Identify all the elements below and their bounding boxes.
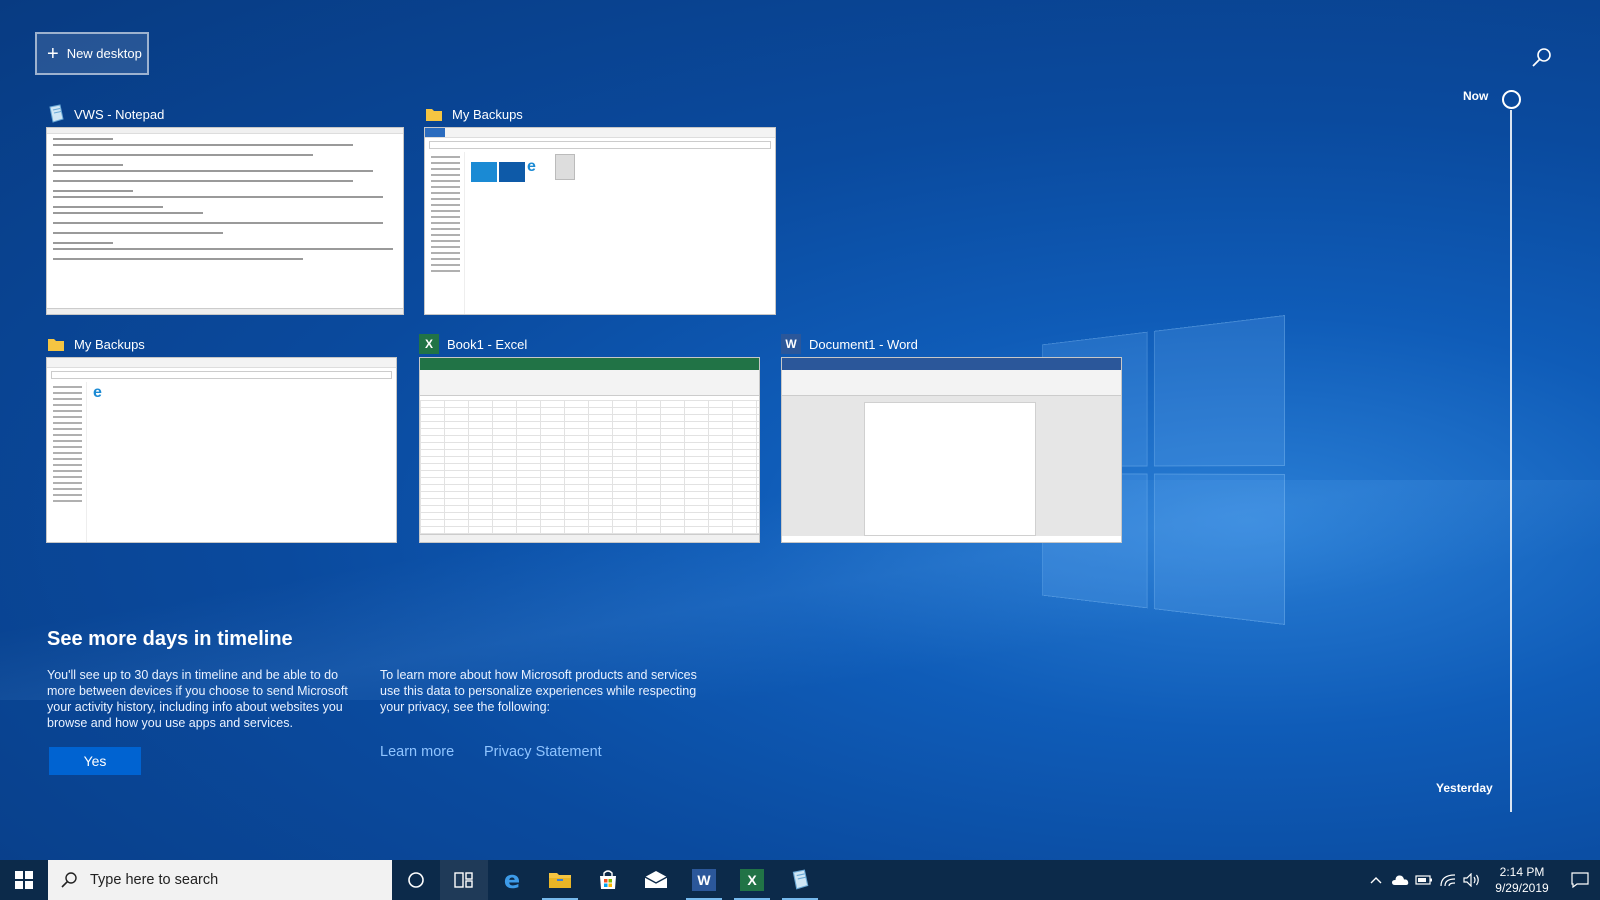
taskbar-edge[interactable]: e bbox=[488, 860, 536, 900]
notification-icon bbox=[1571, 872, 1589, 888]
store-icon bbox=[600, 870, 616, 889]
new-desktop-label: New desktop bbox=[66, 46, 142, 61]
window-thumbnail: e bbox=[46, 357, 397, 543]
timeline-now-label: Now bbox=[1463, 89, 1489, 103]
search-icon[interactable] bbox=[1530, 46, 1554, 70]
wifi-icon[interactable] bbox=[1436, 860, 1460, 900]
folder-icon bbox=[46, 334, 66, 354]
action-center-button[interactable] bbox=[1560, 860, 1600, 900]
task-window-excel[interactable]: X Book1 - Excel bbox=[419, 331, 760, 543]
window-thumbnail bbox=[781, 357, 1122, 543]
window-thumbnail bbox=[419, 357, 760, 543]
learn-more-link[interactable]: Learn more bbox=[380, 744, 454, 760]
folder-icon bbox=[424, 104, 444, 124]
search-placeholder: Type here to search bbox=[90, 872, 219, 888]
mail-icon bbox=[644, 871, 668, 888]
window-title: Document1 - Word bbox=[809, 336, 918, 352]
file-explorer-icon bbox=[549, 873, 571, 888]
window-title: My Backups bbox=[74, 336, 145, 352]
timeline-scrubber-handle[interactable] bbox=[1502, 90, 1521, 109]
volume-icon[interactable] bbox=[1460, 860, 1484, 900]
taskbar-notepad[interactable] bbox=[776, 860, 824, 900]
taskbar-mail[interactable] bbox=[632, 860, 680, 900]
window-title: My Backups bbox=[452, 106, 523, 122]
task-window-my-backups[interactable]: My Backups e bbox=[424, 101, 776, 315]
excel-icon: X bbox=[419, 334, 439, 354]
taskbar-clock[interactable]: 2:14 PM 9/29/2019 bbox=[1484, 864, 1560, 896]
taskbar: Type here to search e W X 2:14 PM 9/29/2… bbox=[0, 860, 1600, 900]
task-view-icon bbox=[454, 872, 473, 888]
privacy-statement-link[interactable]: Privacy Statement bbox=[484, 744, 602, 760]
excel-icon: X bbox=[740, 869, 764, 891]
yes-button[interactable]: Yes bbox=[49, 747, 141, 775]
cortana-button[interactable] bbox=[392, 860, 440, 900]
taskbar-search-box[interactable]: Type here to search bbox=[48, 860, 392, 900]
timeline-yesterday-label: Yesterday bbox=[1436, 781, 1493, 795]
cortana-circle-icon bbox=[408, 872, 424, 888]
word-icon: W bbox=[781, 334, 801, 354]
task-view-button[interactable] bbox=[440, 860, 488, 900]
edge-icon: e bbox=[503, 866, 521, 894]
task-window-word[interactable]: W Document1 - Word bbox=[781, 331, 1122, 543]
taskbar-excel[interactable]: X bbox=[728, 860, 776, 900]
chevron-up-icon[interactable] bbox=[1364, 860, 1388, 900]
clock-date: 9/29/2019 bbox=[1495, 881, 1549, 895]
timeline-promo-description: You'll see up to 30 days in timeline and… bbox=[47, 668, 348, 730]
timeline-promo-title: See more days in timeline bbox=[47, 628, 293, 650]
taskbar-word[interactable]: W bbox=[680, 860, 728, 900]
window-thumbnail bbox=[46, 127, 404, 315]
search-icon bbox=[61, 872, 77, 888]
window-title: Book1 - Excel bbox=[447, 336, 528, 352]
notepad-icon bbox=[792, 869, 809, 890]
system-tray: 2:14 PM 9/29/2019 bbox=[1364, 860, 1600, 900]
taskbar-store[interactable] bbox=[584, 860, 632, 900]
plus-icon: + bbox=[47, 42, 59, 65]
windows-start-icon bbox=[15, 871, 33, 889]
battery-icon[interactable] bbox=[1412, 860, 1436, 900]
timeline-track[interactable] bbox=[1510, 110, 1512, 812]
task-window-my-backups[interactable]: My Backups e bbox=[46, 331, 397, 543]
onedrive-cloud-icon[interactable] bbox=[1388, 860, 1412, 900]
clock-time: 2:14 PM bbox=[1499, 865, 1545, 879]
word-icon: W bbox=[692, 869, 716, 891]
window-thumbnail: e bbox=[424, 127, 776, 315]
taskbar-file-explorer[interactable] bbox=[536, 860, 584, 900]
new-desktop-button[interactable]: + New desktop bbox=[35, 32, 149, 75]
task-window-notepad[interactable]: VWS - Notepad bbox=[46, 101, 404, 315]
start-button[interactable] bbox=[0, 860, 48, 900]
notepad-icon bbox=[46, 104, 66, 124]
window-title: VWS - Notepad bbox=[74, 106, 165, 122]
privacy-info-text: To learn more about how Microsoft produc… bbox=[380, 668, 697, 714]
